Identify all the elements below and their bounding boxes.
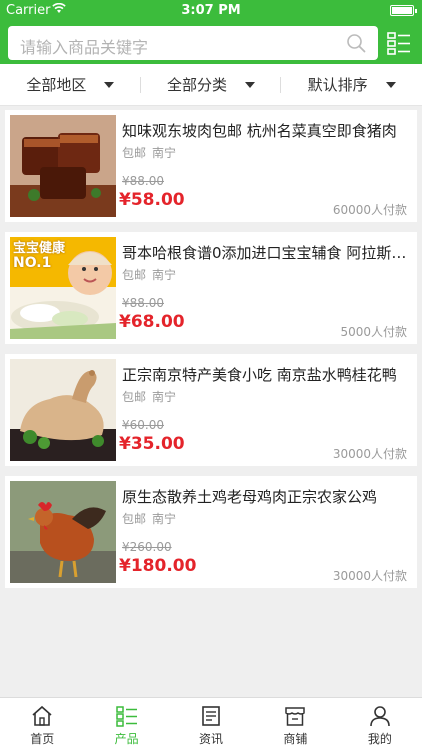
product-meta: 包邮 南宁 — [122, 388, 176, 405]
status-bar: Carrier 3:07 PM — [0, 0, 422, 22]
original-price: ¥88.00 — [122, 174, 164, 188]
tab-home[interactable]: 首页 — [0, 698, 84, 750]
filter-category[interactable]: 全部分类 — [141, 64, 282, 105]
tab-shop[interactable]: 商铺 — [253, 698, 337, 750]
product-card[interactable]: 正宗南京特产美食小吃 南京盐水鸭桂花鸭 包邮 南宁 ¥60.00 ¥35.00 3… — [5, 354, 417, 466]
caret-down-icon — [385, 81, 396, 88]
paid-count: 30000人付款 — [332, 447, 407, 461]
product-meta: 包邮 南宁 — [122, 144, 176, 161]
city-label: 南宁 — [152, 390, 177, 404]
search-placeholder: 请输入商品关键字 — [20, 38, 149, 57]
original-price: ¥260.00 — [122, 540, 172, 554]
filter-sort[interactable]: 默认排序 — [281, 64, 422, 105]
tab-label: 产品 — [114, 732, 139, 746]
tab-label: 资讯 — [199, 732, 224, 746]
tab-label: 首页 — [30, 732, 55, 746]
tab-label: 商铺 — [283, 732, 308, 746]
clock: 3:07 PM — [181, 3, 241, 18]
tab-mine[interactable]: 我的 — [338, 698, 422, 750]
paid-count: 60000人付款 — [332, 203, 407, 217]
product-title[interactable]: 知味观东坡肉包邮 杭州名菜真空即食猪肉 — [122, 120, 407, 141]
paid-count: 30000人付款 — [332, 569, 407, 583]
shop-icon — [285, 707, 306, 726]
battery-icon — [390, 5, 417, 16]
product-meta: 包邮 南宁 — [122, 266, 176, 283]
badge-line-2: NO.1 — [13, 255, 52, 271]
product-card[interactable]: 知味观东坡肉包邮 杭州名菜真空即食猪肉 包邮 南宁 ¥88.00 ¥58.00 6… — [5, 110, 417, 222]
city-label: 南宁 — [152, 268, 177, 282]
product-card[interactable]: 原生态散养土鸡老母鸡肉正宗农家公鸡 包邮 南宁 ¥260.00 ¥180.00 3… — [5, 476, 417, 588]
city-label: 南宁 — [152, 512, 177, 526]
rooster-image[interactable] — [10, 481, 116, 583]
user-icon — [370, 706, 390, 727]
category-menu-icon[interactable] — [386, 30, 412, 56]
home-icon — [32, 705, 52, 726]
filter-sort-label: 默认排序 — [307, 76, 368, 94]
product-list: 知味观东坡肉包邮 杭州名菜真空即食猪肉 包邮 南宁 ¥88.00 ¥58.00 6… — [0, 110, 422, 598]
filter-region-label: 全部地区 — [26, 76, 87, 94]
sale-price: ¥68.00 — [119, 312, 185, 332]
product-card[interactable]: 宝宝健康 NO.1 哥本哈根食谱0添加进口宝宝辅食 阿拉斯加鳕鱼 包邮 南宁 ¥8… — [5, 232, 417, 344]
tab-products[interactable]: 产品 — [84, 698, 168, 750]
tab-news[interactable]: 资讯 — [169, 698, 253, 750]
sale-price: ¥35.00 — [119, 434, 185, 454]
product-list-icon — [115, 706, 137, 727]
sale-price: ¥58.00 — [119, 190, 185, 210]
shipping-label: 包邮 — [122, 512, 147, 526]
shipping-label: 包邮 — [122, 146, 147, 160]
product-meta: 包邮 南宁 — [122, 510, 176, 527]
paid-count: 5000人付款 — [340, 325, 407, 339]
news-icon — [202, 706, 220, 726]
filter-bar: 全部地区 全部分类 默认排序 — [0, 64, 422, 106]
city-label: 南宁 — [152, 146, 177, 160]
tab-bar: 首页 产品 资讯 商铺 我的 — [0, 697, 422, 750]
product-title[interactable]: 原生态散养土鸡老母鸡肉正宗农家公鸡 — [122, 486, 407, 507]
badge-line-1: 宝宝健康 — [13, 241, 66, 256]
filter-region[interactable]: 全部地区 — [0, 64, 141, 105]
caret-down-icon — [104, 81, 115, 88]
search-input[interactable]: 请输入商品关键字 — [8, 26, 378, 60]
shipping-label: 包邮 — [122, 268, 147, 282]
baby-food-badge: 宝宝健康 NO.1 — [13, 241, 65, 271]
product-title[interactable]: 正宗南京特产美食小吃 南京盐水鸭桂花鸭 — [122, 364, 407, 385]
original-price: ¥60.00 — [122, 418, 164, 432]
shipping-label: 包邮 — [122, 390, 147, 404]
product-title[interactable]: 哥本哈根食谱0添加进口宝宝辅食 阿拉斯加鳕鱼 — [122, 242, 407, 263]
original-price: ¥88.00 — [122, 296, 164, 310]
tab-label: 我的 — [367, 732, 392, 746]
baby-food-image[interactable]: 宝宝健康 NO.1 — [10, 237, 116, 339]
caret-down-icon — [245, 81, 256, 88]
search-icon[interactable] — [346, 33, 366, 53]
salted-duck-image[interactable] — [10, 359, 116, 461]
braised-pork-image[interactable] — [10, 115, 116, 217]
header: Carrier 3:07 PM 请输入商品关键字 — [0, 0, 422, 64]
filter-category-label: 全部分类 — [167, 76, 228, 94]
sale-price: ¥180.00 — [119, 556, 197, 576]
